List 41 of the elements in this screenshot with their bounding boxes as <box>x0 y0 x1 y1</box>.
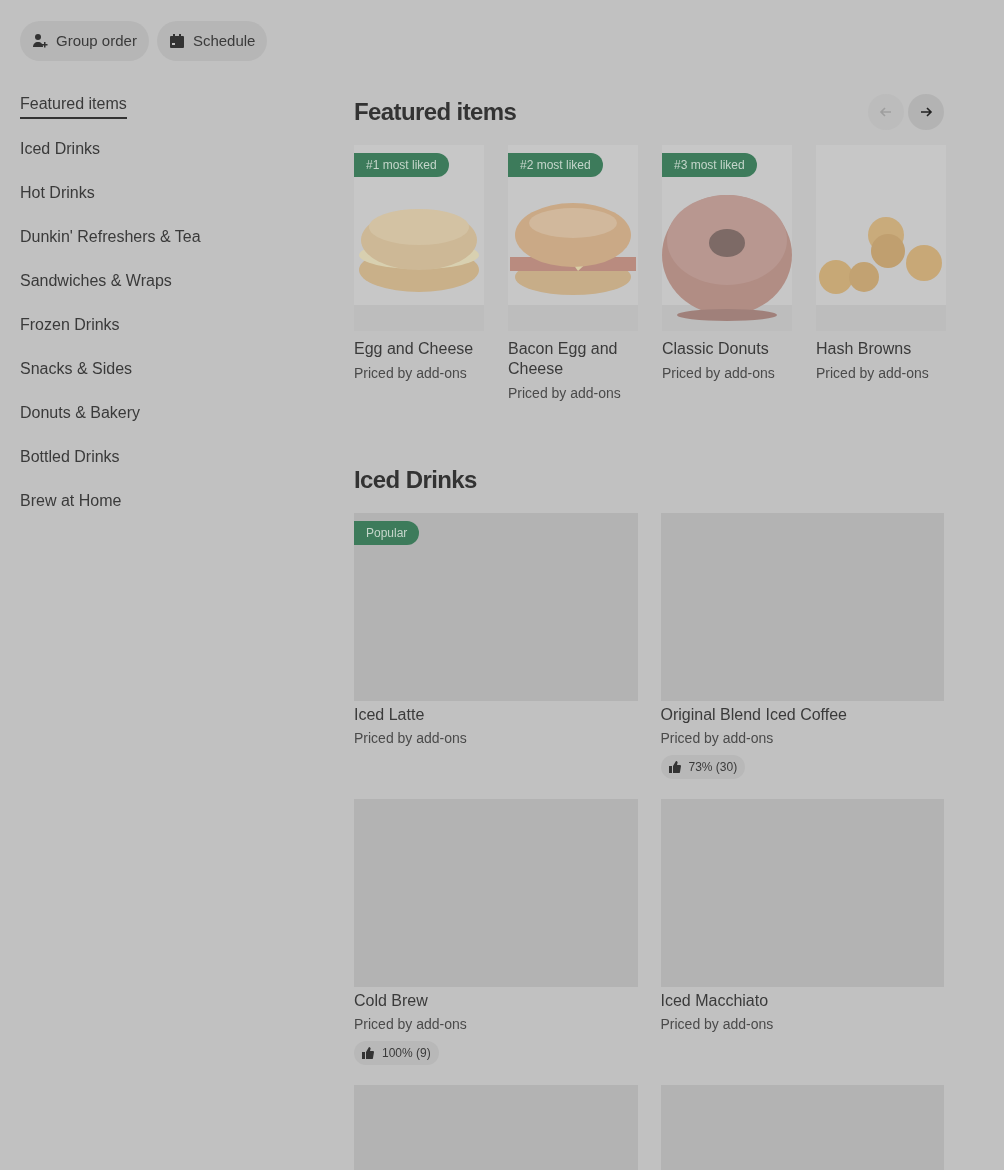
rating-badge: 73% (30) <box>660 755 746 779</box>
next-button[interactable] <box>908 94 944 130</box>
category-link[interactable]: Snacks & Sides <box>20 357 133 381</box>
item-name[interactable]: Iced Latte <box>354 705 638 725</box>
item-price: Priced by add-ons <box>354 364 468 383</box>
category-link[interactable]: Dunkin' Refreshers & Tea <box>20 225 201 249</box>
item-price: Priced by add-ons <box>508 384 622 403</box>
item-name[interactable]: Cold Brew <box>354 991 638 1011</box>
category-link[interactable]: Sandwiches & Wraps <box>20 269 172 293</box>
item-price: Priced by add-ons <box>660 729 775 748</box>
category-link[interactable]: Bottled Drinks <box>20 445 120 469</box>
rank-badge: #3 most liked <box>662 153 757 177</box>
item-name[interactable]: Egg and Cheese <box>354 339 484 359</box>
calendar-icon <box>168 33 185 49</box>
category-link[interactable]: Brew at Home <box>20 489 122 513</box>
schedule-button[interactable]: Schedule <box>156 21 268 61</box>
section-title: Featured items <box>354 97 517 127</box>
item-price: Priced by add-ons <box>354 729 468 748</box>
thumbs-up-icon <box>668 761 681 773</box>
rating-badge: 100% (9) <box>354 1041 439 1065</box>
item-name[interactable]: Original Blend Iced Coffee <box>660 705 944 725</box>
person-add-icon <box>32 33 48 49</box>
category-link[interactable]: Hot Drinks <box>20 181 95 205</box>
category-link[interactable]: Featured items <box>20 91 127 119</box>
item-name[interactable]: Hash Browns <box>816 339 946 359</box>
item-price: Priced by add-ons <box>662 364 776 383</box>
section-title: Iced Drinks <box>354 465 478 495</box>
item-price: Priced by add-ons <box>354 1015 468 1034</box>
item-price: Priced by add-ons <box>660 1015 775 1034</box>
rank-badge: #1 most liked <box>354 153 449 177</box>
category-link[interactable]: Frozen Drinks <box>20 313 120 337</box>
item-name[interactable]: Bacon Egg and Cheese <box>508 339 638 379</box>
category-link[interactable]: Iced Drinks <box>20 137 101 161</box>
rank-badge: #2 most liked <box>508 153 603 177</box>
category-link[interactable]: Donuts & Bakery <box>20 401 141 425</box>
item-price: Priced by add-ons <box>816 364 930 383</box>
popular-badge: Popular <box>354 521 420 545</box>
item-name[interactable]: Iced Macchiato <box>660 991 944 1011</box>
group-order-button[interactable]: Group order <box>20 21 149 61</box>
item-name[interactable]: Classic Donuts <box>662 339 792 359</box>
thumbs-up-icon <box>362 1047 374 1059</box>
